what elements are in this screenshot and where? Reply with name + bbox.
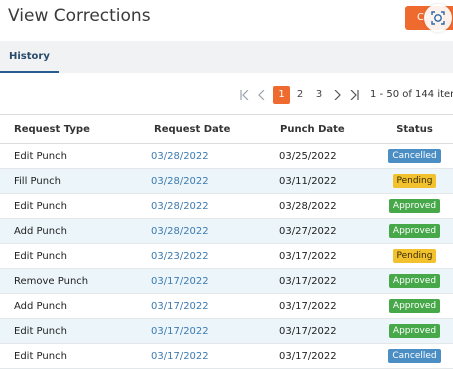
status-cell: Approved <box>376 218 453 244</box>
status-badge: Cancelled <box>388 149 441 163</box>
request-type-cell: Edit Punch <box>0 193 127 219</box>
page-2-button[interactable]: 2 <box>293 86 307 104</box>
punch-date-cell: 03/17/2022 <box>258 243 376 269</box>
status-cell: Approved <box>376 193 453 219</box>
request-type-cell: Edit Punch <box>0 243 127 269</box>
request-date-link[interactable]: 03/28/2022 <box>127 193 258 219</box>
status-badge: Pending <box>392 249 437 263</box>
status-cell: Approved <box>376 318 453 344</box>
request-type-cell: Fill Punch <box>0 168 127 194</box>
table-row[interactable]: Edit Punch 03/17/2022 03/17/2022 Cancelled <box>0 343 453 369</box>
first-page-icon[interactable] <box>239 86 251 104</box>
status-badge: Cancelled <box>388 349 441 363</box>
request-type-cell: Edit Punch <box>0 318 127 344</box>
table-header-row: Request Type Request Date Punch Date Sta… <box>0 114 453 144</box>
punch-date-cell: 03/17/2022 <box>258 268 376 294</box>
column-header-request-date[interactable]: Request Date <box>127 114 258 144</box>
request-date-link[interactable]: 03/17/2022 <box>127 318 258 344</box>
punch-date-cell: 03/28/2022 <box>258 193 376 219</box>
request-type-cell: Edit Punch <box>0 143 127 169</box>
punch-date-cell: 03/17/2022 <box>258 318 376 344</box>
status-cell: Approved <box>376 268 453 294</box>
request-date-link[interactable]: 03/28/2022 <box>127 218 258 244</box>
page-range-text: 1 - 50 of 144 items <box>370 89 453 100</box>
request-date-link[interactable]: 03/17/2022 <box>127 343 258 369</box>
punch-date-cell: 03/25/2022 <box>258 143 376 169</box>
table-row[interactable]: Fill Punch 03/28/2022 03/11/2022 Pending <box>0 168 453 194</box>
page-title: View Corrections <box>8 6 151 26</box>
status-badge: Approved <box>388 199 441 213</box>
table-row[interactable]: Edit Punch 03/23/2022 03/17/2022 Pending <box>0 243 453 269</box>
request-type-cell: Add Punch <box>0 293 127 319</box>
request-date-link[interactable]: 03/28/2022 <box>127 168 258 194</box>
next-page-icon[interactable] <box>331 86 343 104</box>
status-badge: Approved <box>388 224 441 238</box>
column-header-status[interactable]: Status <box>376 114 453 144</box>
table-row[interactable]: Add Punch 03/28/2022 03/27/2022 Approved <box>0 218 453 244</box>
status-badge: Approved <box>388 299 441 313</box>
request-type-cell: Edit Punch <box>0 343 127 369</box>
punch-date-cell: 03/17/2022 <box>258 343 376 369</box>
status-badge: Approved <box>388 274 441 288</box>
request-date-link[interactable]: 03/28/2022 <box>127 143 258 169</box>
request-date-link[interactable]: 03/17/2022 <box>127 293 258 319</box>
corrections-table: Request Type Request Date Punch Date Sta… <box>0 114 453 369</box>
table-row[interactable]: Add Punch 03/17/2022 03/17/2022 Approved <box>0 293 453 319</box>
status-badge: Pending <box>392 174 437 188</box>
tab-history[interactable]: History <box>0 41 59 73</box>
request-date-link[interactable]: 03/23/2022 <box>127 243 258 269</box>
request-date-link[interactable]: 03/17/2022 <box>127 268 258 294</box>
status-cell: Pending <box>376 168 453 194</box>
table-row[interactable]: Edit Punch 03/28/2022 03/28/2022 Approved <box>0 193 453 219</box>
punch-date-cell: 03/11/2022 <box>258 168 376 194</box>
screen-capture-icon[interactable] <box>424 4 452 32</box>
page-1-button[interactable]: 1 <box>273 86 290 104</box>
last-page-icon[interactable] <box>348 86 360 104</box>
table-row[interactable]: Edit Punch 03/17/2022 03/17/2022 Approved <box>0 318 453 344</box>
request-type-cell: Add Punch <box>0 218 127 244</box>
status-cell: Pending <box>376 243 453 269</box>
punch-date-cell: 03/17/2022 <box>258 293 376 319</box>
page-3-button[interactable]: 3 <box>312 86 326 104</box>
table-row[interactable]: Remove Punch 03/17/2022 03/17/2022 Approved <box>0 268 453 294</box>
status-cell: Cancelled <box>376 143 453 169</box>
prev-page-icon[interactable] <box>256 86 268 104</box>
status-cell: Cancelled <box>376 343 453 369</box>
request-type-cell: Remove Punch <box>0 268 127 294</box>
column-header-request-type[interactable]: Request Type <box>0 114 127 144</box>
punch-date-cell: 03/27/2022 <box>258 218 376 244</box>
tab-bar: History <box>0 41 453 73</box>
status-cell: Approved <box>376 293 453 319</box>
table-row[interactable]: Edit Punch 03/28/2022 03/25/2022 Cancelled <box>0 143 453 169</box>
column-header-punch-date[interactable]: Punch Date <box>258 114 376 144</box>
status-badge: Approved <box>388 324 441 338</box>
